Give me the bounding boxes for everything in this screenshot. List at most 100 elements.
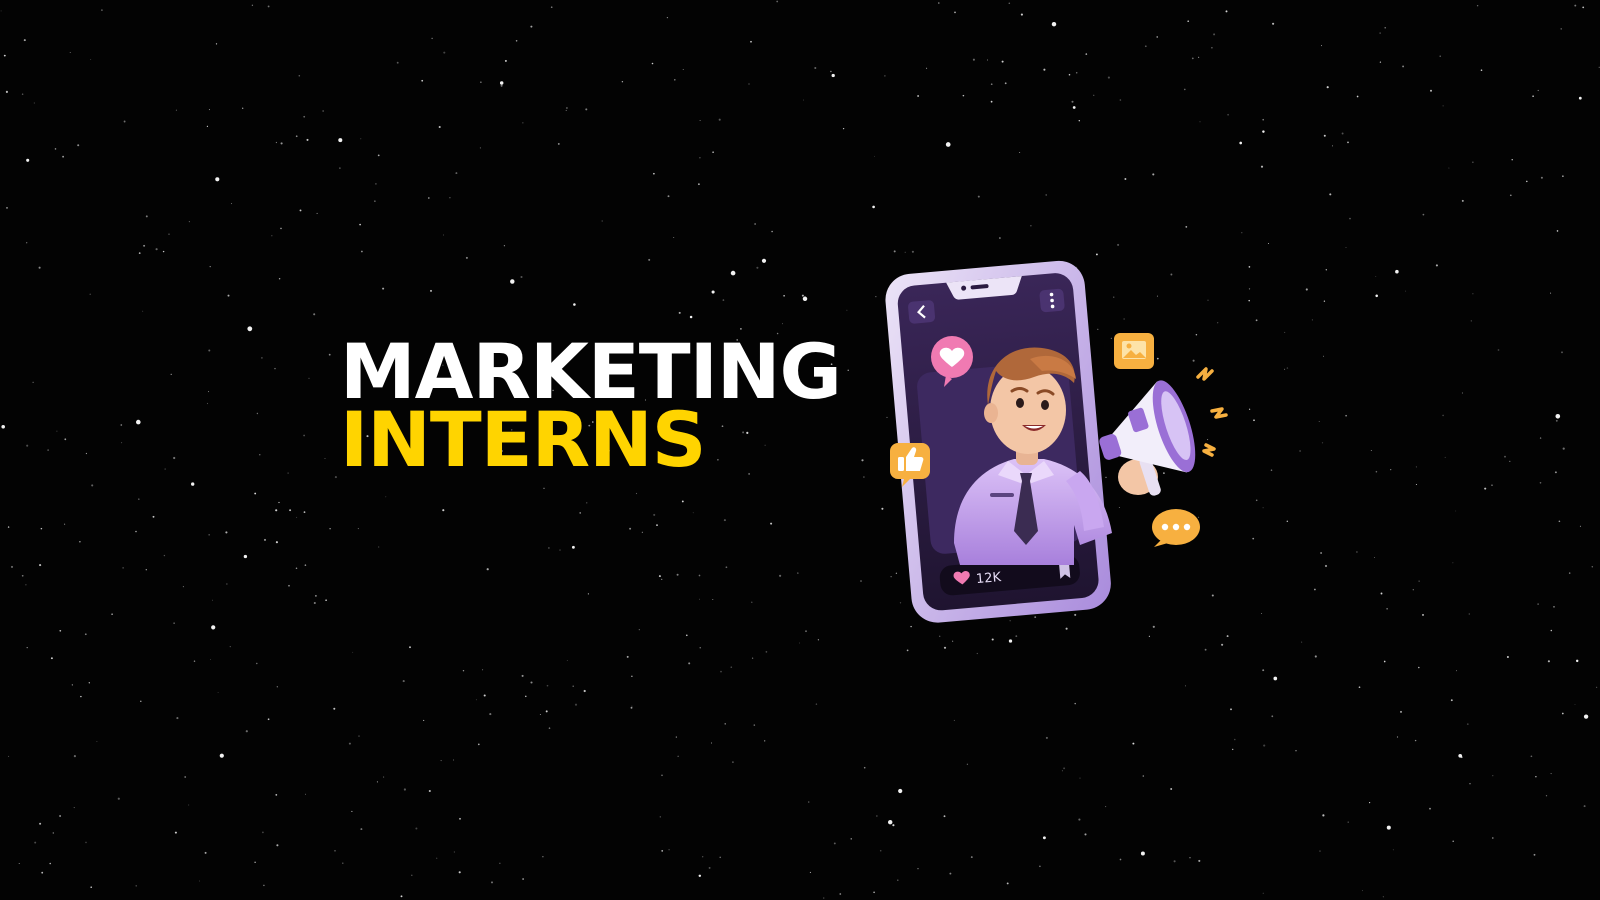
star	[1448, 167, 1450, 169]
star	[1461, 199, 1464, 202]
star	[296, 516, 298, 518]
star	[863, 766, 866, 769]
star	[661, 578, 663, 581]
star	[814, 66, 817, 70]
star	[499, 81, 504, 85]
star	[152, 515, 155, 518]
star	[1491, 484, 1493, 486]
star	[1574, 4, 1577, 7]
star	[475, 699, 477, 701]
star	[1271, 715, 1274, 718]
star	[1530, 755, 1533, 758]
star	[443, 51, 446, 54]
star	[1375, 294, 1378, 298]
star	[123, 120, 126, 123]
star	[887, 819, 893, 825]
star	[756, 266, 759, 269]
star	[990, 83, 993, 86]
more-dots-icon	[1039, 288, 1065, 313]
star	[219, 753, 224, 758]
star	[1152, 173, 1155, 176]
star	[949, 872, 952, 875]
star	[122, 567, 124, 569]
star	[1595, 686, 1598, 688]
star	[428, 789, 431, 793]
star	[504, 59, 507, 62]
star	[261, 357, 263, 359]
star	[174, 831, 177, 834]
star	[698, 598, 700, 600]
star	[328, 353, 331, 356]
star	[1272, 22, 1275, 25]
star	[1356, 551, 1358, 553]
star	[1556, 230, 1559, 232]
star	[999, 237, 1001, 239]
star	[530, 681, 533, 684]
star	[863, 476, 865, 478]
star	[522, 122, 524, 124]
star	[970, 856, 973, 859]
back-chevron-icon	[908, 300, 936, 324]
star	[376, 781, 378, 783]
star	[193, 660, 196, 662]
star	[945, 142, 951, 147]
star	[423, 719, 425, 721]
star	[59, 629, 62, 632]
star	[338, 138, 343, 143]
star	[455, 172, 458, 175]
star	[1461, 392, 1463, 394]
star	[1261, 613, 1263, 614]
star	[1390, 469, 1392, 471]
star	[7, 526, 10, 528]
star	[135, 885, 137, 887]
star	[574, 703, 578, 706]
star	[278, 278, 281, 280]
star	[972, 58, 975, 61]
star	[1545, 795, 1548, 797]
star	[1262, 118, 1264, 121]
star	[565, 109, 567, 111]
star	[1526, 180, 1528, 183]
star	[275, 541, 278, 544]
star	[256, 412, 259, 415]
star	[667, 195, 670, 198]
likes-count: 12K	[975, 570, 1002, 587]
star	[351, 810, 353, 812]
star	[635, 492, 638, 495]
star	[287, 472, 289, 474]
star	[546, 684, 549, 687]
star	[1579, 525, 1581, 527]
star	[1045, 736, 1048, 739]
star	[25, 584, 27, 586]
star	[1384, 27, 1386, 29]
star	[56, 430, 58, 432]
star	[163, 554, 166, 557]
star	[1045, 194, 1047, 196]
star	[1383, 660, 1386, 663]
star	[1074, 702, 1076, 705]
star	[521, 674, 524, 677]
star	[629, 527, 632, 530]
star	[3, 54, 6, 57]
star	[38, 266, 41, 269]
star	[316, 212, 318, 214]
star	[1191, 57, 1194, 60]
star	[1211, 46, 1213, 49]
star	[1553, 606, 1555, 608]
star	[1329, 193, 1332, 196]
star	[303, 434, 305, 437]
star	[210, 659, 211, 660]
star	[911, 250, 914, 253]
star	[477, 743, 480, 746]
star	[1156, 36, 1158, 38]
star	[1020, 13, 1023, 16]
star	[1452, 562, 1454, 564]
star	[954, 11, 956, 14]
star	[1299, 450, 1301, 452]
star	[1537, 603, 1539, 605]
star	[1491, 837, 1494, 839]
star	[396, 61, 399, 64]
star	[278, 501, 280, 504]
star	[39, 822, 42, 825]
star	[782, 323, 783, 325]
